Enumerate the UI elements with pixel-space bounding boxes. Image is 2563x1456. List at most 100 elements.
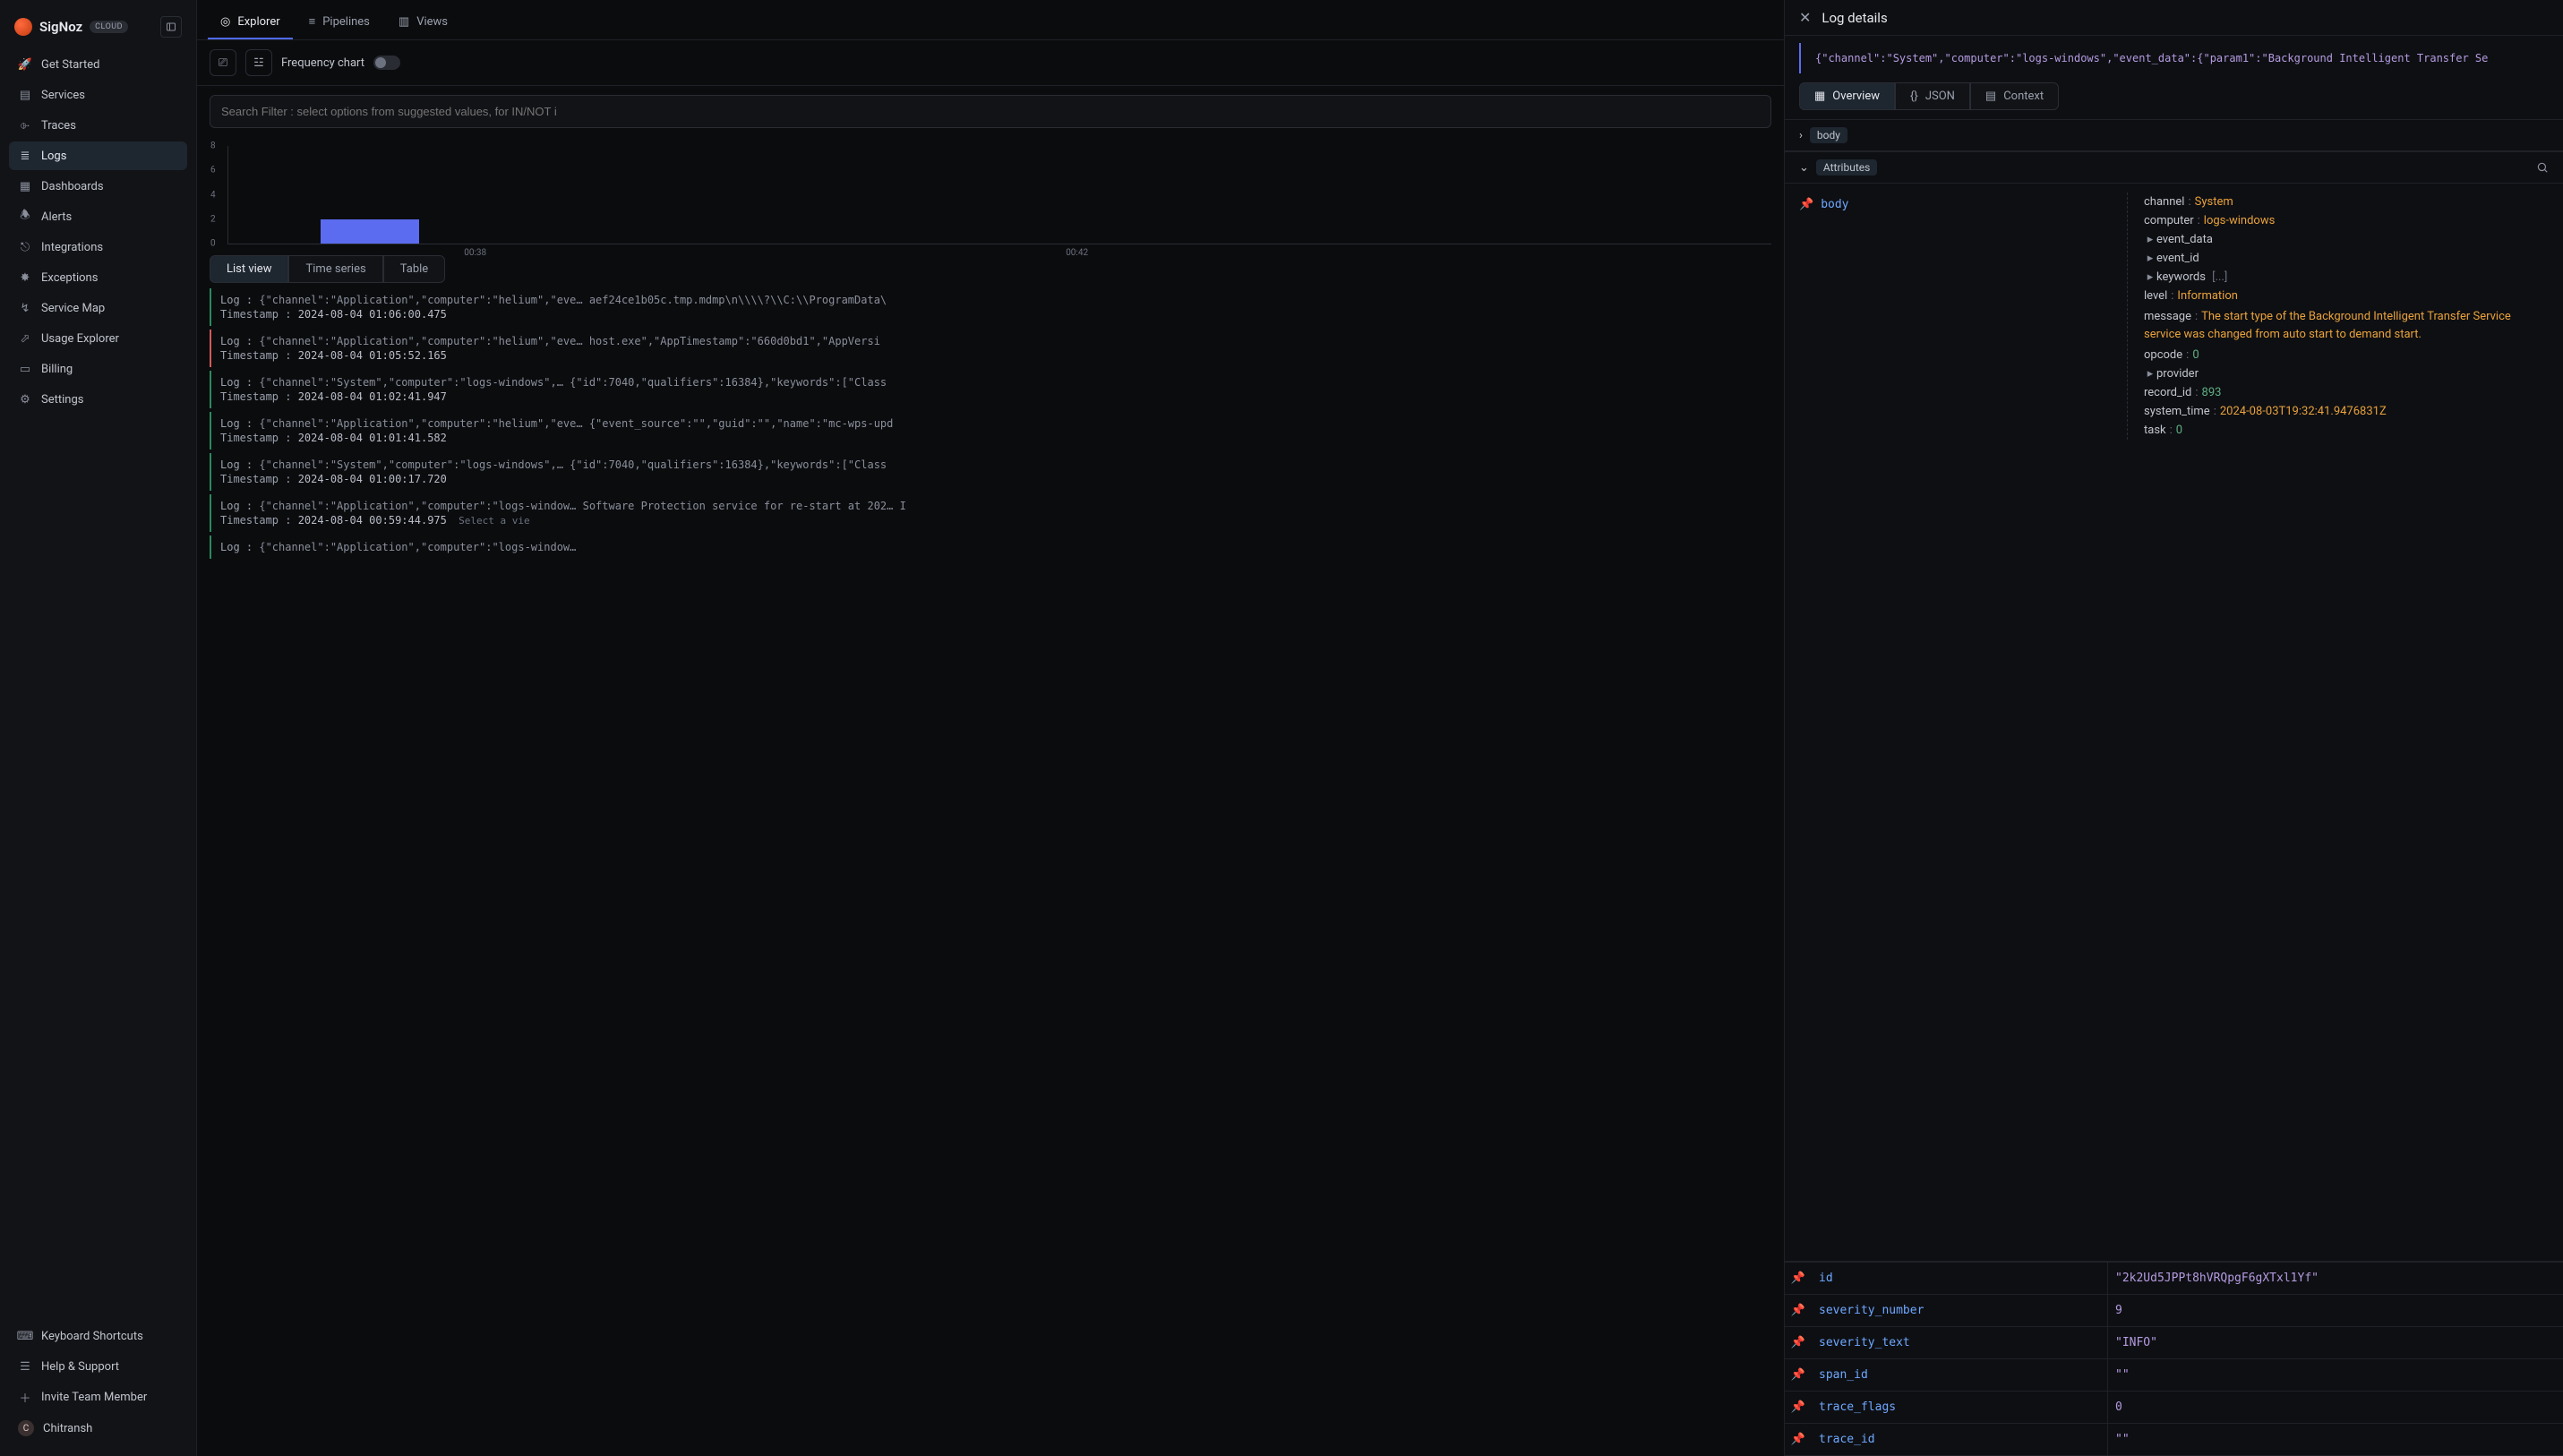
tree-value: System	[2195, 195, 2233, 209]
close-button[interactable]: ✕	[1799, 9, 1811, 26]
kv-row[interactable]: 📌id"2k2Ud5JPPt8hVRQpgF6gXTxl1Yf"	[1785, 1263, 2563, 1295]
kv-value: ""	[2107, 1359, 2563, 1391]
sidebar-item-exceptions[interactable]: ✸Exceptions	[9, 263, 187, 292]
top-tabs: ◎Explorer ≡Pipelines ▥Views	[197, 0, 1784, 40]
expand-icon[interactable]: ▸	[2144, 252, 2156, 265]
tree-row-channel[interactable]: channel:System	[2144, 193, 2549, 211]
expand-icon[interactable]: ▸	[2144, 367, 2156, 381]
tree-row-task[interactable]: task:0	[2144, 421, 2549, 440]
kv-key: trace_flags	[1812, 1392, 2107, 1423]
panel-header: ✕ Log details	[1785, 0, 2563, 36]
log-row[interactable]: Log : {"channel":"Application","computer…	[210, 535, 1771, 559]
sidebar-item-user[interactable]: CChitransh	[9, 1413, 187, 1443]
tree-row-event-data[interactable]: ▸event_data	[2144, 230, 2549, 249]
pin-button[interactable]: 📌	[1791, 1433, 1805, 1446]
histogram-chart: 0 2 4 6 8 00:38 00:42	[197, 137, 1784, 246]
kv-row[interactable]: 📌severity_text"INFO"	[1785, 1327, 2563, 1359]
tree-key: provider	[2156, 367, 2199, 381]
sidebar-item-dashboards[interactable]: ▦Dashboards	[9, 172, 187, 201]
gear-icon: ⚙	[18, 392, 32, 407]
histogram-button[interactable]: ☳	[245, 49, 272, 76]
sidebar-item-usage-explorer[interactable]: ⬀Usage Explorer	[9, 324, 187, 353]
section-chip: body	[1810, 127, 1847, 143]
sidebar-item-logs[interactable]: ≣Logs	[9, 141, 187, 170]
sidebar-item-billing[interactable]: ▭Billing	[9, 355, 187, 383]
tree-value: 2024-08-03T19:32:41.9476831Z	[2220, 405, 2387, 418]
brand-block: SigNoz CLOUD	[9, 7, 187, 50]
detail-tab-overview[interactable]: ▦Overview	[1799, 82, 1895, 110]
tree-row-level[interactable]: level:Information	[2144, 287, 2549, 305]
query-builder-button[interactable]: ⎚	[210, 49, 236, 76]
compass-icon: ◎	[220, 15, 230, 29]
sidebar-item-get-started[interactable]: 🚀Get Started	[9, 50, 187, 79]
sidebar-item-settings[interactable]: ⚙ Settings	[9, 385, 187, 414]
tree-row-system-time[interactable]: system_time:2024-08-03T19:32:41.9476831Z	[2144, 402, 2549, 421]
view-tab-table[interactable]: Table	[383, 255, 445, 283]
chart-bar[interactable]	[321, 219, 419, 244]
expand-icon[interactable]: ▸	[2144, 233, 2156, 246]
log-row[interactable]: Log : {"channel":"System","computer":"lo…	[210, 371, 1771, 408]
expand-icon[interactable]: ▸	[2144, 270, 2156, 284]
view-tab-list[interactable]: List view	[210, 255, 288, 283]
frequency-chart-toggle[interactable]	[373, 56, 400, 70]
tree-value: logs-windows	[2204, 214, 2276, 227]
pin-button[interactable]: 📌	[1791, 1272, 1805, 1285]
log-row[interactable]: Log : {"channel":"Application","computer…	[210, 330, 1771, 367]
kv-row[interactable]: 📌span_id""	[1785, 1359, 2563, 1392]
sidebar-collapse-button[interactable]	[160, 16, 182, 38]
tab-pipelines[interactable]: ≡Pipelines	[296, 5, 382, 39]
tab-views[interactable]: ▥Views	[386, 5, 460, 39]
tree-row-message[interactable]: message:The start type of the Background…	[2144, 305, 2549, 346]
tree-row-opcode[interactable]: opcode:0	[2144, 346, 2549, 364]
pin-button[interactable]: 📌	[1791, 1336, 1805, 1349]
sidebar-item-integrations[interactable]: ⎋Integrations	[9, 233, 187, 261]
sidebar-item-alerts[interactable]: 🕭Alerts	[9, 202, 187, 231]
rocket-icon: 🚀	[18, 57, 32, 72]
tree-row-event-id[interactable]: ▸event_id	[2144, 249, 2549, 268]
ytick: 6	[210, 166, 216, 176]
chart-area[interactable]: 0 2 4 6 8 00:38 00:42	[227, 146, 1771, 244]
log-row[interactable]: Log : {"channel":"System","computer":"lo…	[210, 453, 1771, 491]
log-row[interactable]: Log : {"channel":"Application","computer…	[210, 412, 1771, 450]
draft-compass-icon: ⌱	[18, 118, 32, 133]
kv-row[interactable]: 📌 trace_flags0	[1785, 1392, 2563, 1424]
pin-button[interactable]: 📌	[1791, 1368, 1805, 1382]
tree-row-keywords[interactable]: ▸keywords [...]	[2144, 268, 2549, 287]
pin-button[interactable]: 📌	[1791, 1400, 1805, 1414]
log-row[interactable]: Log : {"channel":"Application","computer…	[210, 494, 1771, 532]
tab-explorer[interactable]: ◎Explorer	[208, 5, 293, 39]
kv-row[interactable]: 📌trace_id""	[1785, 1424, 2563, 1456]
bar-chart-icon: ▤	[18, 88, 32, 102]
sidebar-item-label: Settings	[41, 393, 83, 407]
detail-tab-context[interactable]: ▤Context	[1970, 82, 2059, 110]
log-list[interactable]: Log : {"channel":"Application","computer…	[197, 288, 1784, 1456]
detail-tab-json[interactable]: {}JSON	[1895, 82, 1970, 110]
kv-value: 0	[2107, 1392, 2563, 1423]
tree-row-computer[interactable]: computer:logs-windows	[2144, 211, 2549, 230]
tab-label: Overview	[1832, 90, 1880, 103]
view-tab-time-series[interactable]: Time series	[288, 255, 382, 283]
search-input[interactable]	[210, 95, 1771, 128]
tree-row-provider[interactable]: ▸provider	[2144, 364, 2549, 383]
keyboard-icon: ⌨	[18, 1329, 32, 1343]
section-attributes-header[interactable]: ⌄ Attributes	[1785, 151, 2563, 184]
main: ◎Explorer ≡Pipelines ▥Views ⎚ ☳ Frequenc…	[197, 0, 1784, 1456]
sidebar-item-services[interactable]: ▤Services	[9, 81, 187, 109]
section-body-header[interactable]: › body	[1785, 119, 2563, 151]
kv-key: trace_id	[1812, 1424, 2107, 1455]
view-tabs: List view Time series Table	[197, 246, 1784, 288]
tree-row-record-id[interactable]: record_id:893	[2144, 383, 2549, 402]
search-row	[197, 86, 1784, 137]
sidebar-item-help-support[interactable]: ☰Help & Support	[9, 1352, 187, 1381]
search-attributes-button[interactable]	[2536, 161, 2549, 174]
braces-icon: {}	[1910, 90, 1918, 103]
pin-button[interactable]: 📌	[1791, 1304, 1805, 1317]
tab-label: Pipelines	[322, 15, 370, 29]
sidebar-item-keyboard-shortcuts[interactable]: ⌨Keyboard Shortcuts	[9, 1322, 187, 1350]
log-row[interactable]: Log : {"channel":"Application","computer…	[210, 288, 1771, 326]
sidebar-item-invite-team-member[interactable]: ＋Invite Team Member	[9, 1383, 187, 1411]
pin-button[interactable]: 📌	[1799, 198, 1813, 211]
sidebar-item-service-map[interactable]: ↯Service Map	[9, 294, 187, 322]
sidebar-item-traces[interactable]: ⌱Traces	[9, 111, 187, 140]
kv-row[interactable]: 📌severity_number9	[1785, 1295, 2563, 1327]
